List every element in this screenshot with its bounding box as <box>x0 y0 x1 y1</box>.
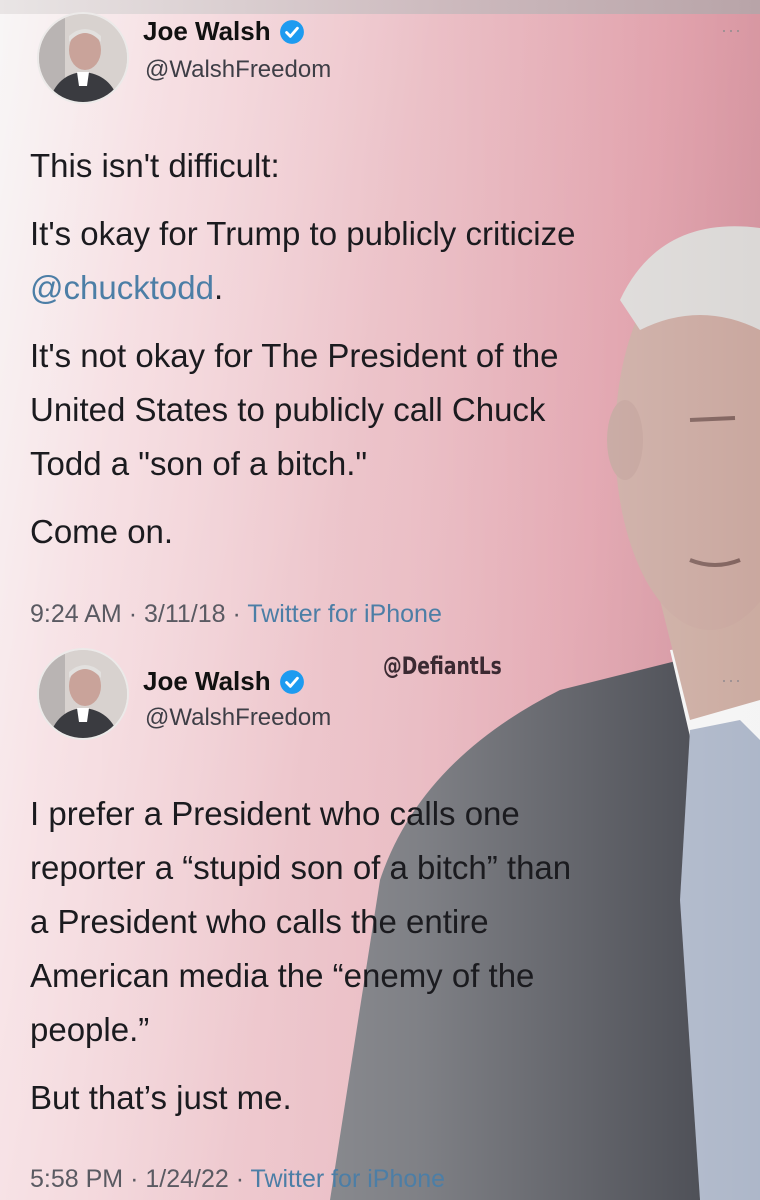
tweet-source[interactable]: Twitter for iPhone <box>251 1165 446 1193</box>
author-name-row[interactable]: Joe Walsh <box>143 666 305 697</box>
tweet-paragraph: I prefer a President who calls one repor… <box>30 787 720 1057</box>
tweet-line: American media the “enemy of the <box>30 957 535 994</box>
tweet-meta: 5:58 PM · 1/24/22 · Twitter for iPhone <box>30 1165 445 1194</box>
display-name[interactable]: Joe Walsh <box>143 666 271 697</box>
meta-separator: · <box>130 1165 139 1193</box>
more-dots-icon[interactable]: ··· <box>721 670 742 691</box>
avatar-image <box>39 14 127 102</box>
tweet-text: This isn't difficult: It's okay for Trum… <box>30 139 720 573</box>
tweet-date[interactable]: 3/11/18 <box>144 600 226 628</box>
tweet-line: a President who calls the entire <box>30 903 489 940</box>
verified-badge-icon <box>279 19 304 44</box>
avatar-image <box>39 650 127 738</box>
meta-separator: · <box>235 1165 245 1193</box>
tweet-line: It's not okay for The President of the <box>30 337 559 374</box>
tweet-text-segment: . <box>213 269 224 306</box>
tweet-time[interactable]: 5:58 PM <box>30 1165 123 1193</box>
author-name-row[interactable]: Joe Walsh <box>143 16 305 47</box>
tweet-time[interactable]: 9:24 AM <box>30 600 122 628</box>
tweet-line: I prefer a President who calls one <box>30 795 520 832</box>
avatar[interactable] <box>37 648 129 740</box>
author-handle[interactable]: @WalshFreedom <box>145 704 331 732</box>
tweet-paragraph: Come on. <box>30 513 174 550</box>
tweet-date[interactable]: 1/24/22 <box>145 1165 228 1193</box>
watermark-text: @DefiantLs <box>383 652 502 680</box>
tweet-paragraph: It's okay for Trump to publicly criticiz… <box>30 207 720 315</box>
tweet-line: United States to publicly call Chuck <box>30 391 546 428</box>
tweet-text-segment: It's okay for Trump to publicly criticiz… <box>30 215 576 252</box>
tweet-line: reporter a “stupid son of a bitch” than <box>30 849 572 886</box>
avatar[interactable] <box>37 12 129 104</box>
tweet-paragraph: It's not okay for The President of the U… <box>30 329 720 491</box>
more-dots-icon[interactable]: ··· <box>721 20 742 41</box>
tweet-paragraph: This isn't difficult: <box>30 147 280 184</box>
tweet-text: I prefer a President who calls one repor… <box>30 787 720 1139</box>
tweet-paragraph: But that’s just me. <box>30 1079 292 1116</box>
tweet-source[interactable]: Twitter for iPhone <box>247 600 442 628</box>
meta-separator: · <box>232 600 241 628</box>
top-strip <box>0 0 760 14</box>
verified-badge-icon <box>279 669 304 694</box>
meta-separator: · <box>128 600 138 628</box>
tweet-meta: 9:24 AM · 3/11/18 · Twitter for iPhone <box>30 600 442 629</box>
tweet-line: Todd a "son of a bitch." <box>30 445 368 482</box>
mention-link[interactable]: @chucktodd <box>30 269 214 306</box>
author-handle[interactable]: @WalshFreedom <box>145 56 331 84</box>
tweet-line: people.” <box>30 1011 150 1048</box>
display-name[interactable]: Joe Walsh <box>143 16 271 47</box>
